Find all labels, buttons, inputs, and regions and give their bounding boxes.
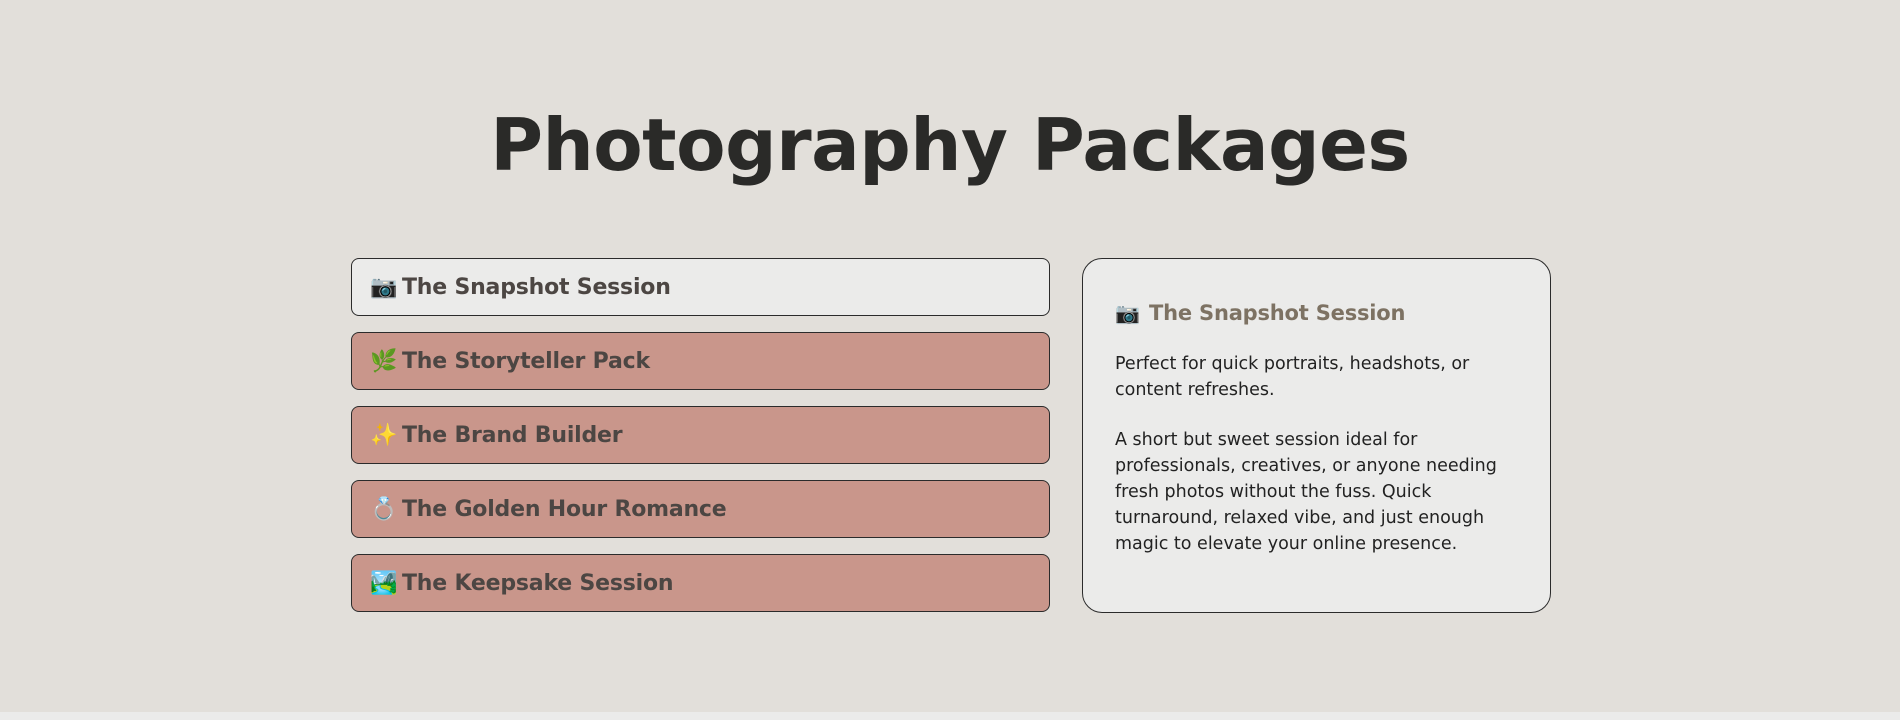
package-detail-card: 📷 The Snapshot Session Perfect for quick… [1082,258,1551,613]
package-tab-label: The Golden Hour Romance [402,496,727,522]
package-tab-storyteller-pack[interactable]: 🌿 The Storyteller Pack [351,332,1050,390]
package-tab-golden-hour-romance[interactable]: 💍 The Golden Hour Romance [351,480,1050,538]
camera-icon: 📷 [1115,301,1140,325]
ring-icon: 💍 [370,496,398,522]
page-title: Photography Packages [490,103,1410,187]
package-tab-label: The Keepsake Session [402,570,674,596]
package-detail-description: A short but sweet session ideal for prof… [1115,430,1497,554]
package-tab-label: The Storyteller Pack [402,348,650,374]
package-tab-snapshot-session[interactable]: 📷 The Snapshot Session [351,258,1050,316]
package-list: 📷 The Snapshot Session 🌿 The Storyteller… [351,258,1050,628]
package-detail-header: 📷 The Snapshot Session [1115,301,1518,325]
camera-icon: 📷 [370,274,398,300]
page-background: Photography Packages 📷 The Snapshot Sess… [0,0,1900,712]
package-tab-label: The Snapshot Session [402,274,671,300]
herb-icon: 🌿 [370,348,398,374]
landscape-icon: 🏞️ [370,570,398,596]
package-detail-title: The Snapshot Session [1149,301,1406,325]
package-detail-summary: Perfect for quick portraits, headshots, … [1115,354,1470,400]
package-tab-label: The Brand Builder [402,422,623,448]
package-tab-brand-builder[interactable]: ✨ The Brand Builder [351,406,1050,464]
package-tab-keepsake-session[interactable]: 🏞️ The Keepsake Session [351,554,1050,612]
sparkles-icon: ✨ [370,422,398,448]
